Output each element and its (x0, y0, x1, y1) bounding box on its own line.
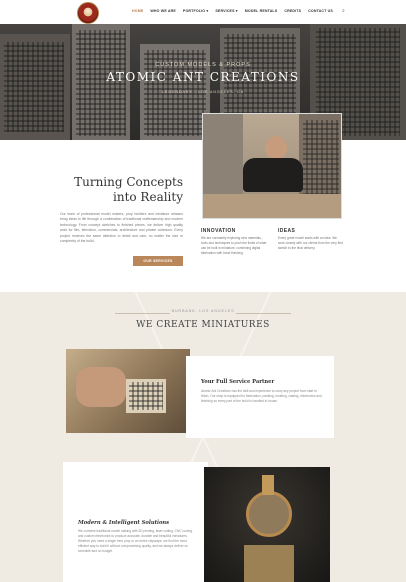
innovation-heading: INNOVATION (201, 228, 236, 234)
model-street (203, 194, 341, 218)
nav-item-contact-us[interactable]: CONTACT US (308, 9, 333, 13)
nav-item-model-rentals[interactable]: MODEL RENTALS (245, 9, 278, 13)
hands-building-photo (66, 349, 190, 433)
ideas-heading: IDEAS (278, 228, 296, 234)
search-icon[interactable]: ⌕ (342, 8, 345, 14)
clockwork-model-photo (204, 467, 330, 582)
building-windows (129, 382, 163, 410)
solutions-heading: Modern & Intelligent Solutions (78, 520, 170, 526)
site-header: ✺ HOME WHO WE ARE PORTFOLIO ▾ SERVICES ▾… (0, 0, 406, 24)
our-services-button[interactable]: OUR SERVICES (133, 256, 183, 266)
full-service-heading: Your Full Service Partner (201, 379, 275, 385)
gear (246, 491, 292, 537)
nav-item-services[interactable]: SERVICES ▾ (215, 9, 237, 13)
intro-title: Turning Concepts into Reality (60, 175, 183, 205)
person-body (243, 158, 303, 192)
divider (115, 313, 170, 314)
model-maker-photo (202, 113, 342, 219)
intro-title-line: Turning Concepts (74, 175, 183, 189)
intro-body: Our team of professional model makers, p… (60, 212, 183, 244)
main-nav: HOME WHO WE ARE PORTFOLIO ▾ SERVICES ▾ M… (132, 8, 345, 14)
intro-title-line: into Reality (113, 190, 183, 204)
nav-item-home[interactable]: HOME (132, 9, 143, 13)
model-piece (244, 545, 294, 582)
divider (236, 313, 291, 314)
ant-icon: ✺ (84, 7, 92, 16)
full-service-text: Atomic Ant Creations has the skill and e… (201, 389, 322, 403)
hero-subtitle: LEGENDARY · LOS ANGELES, CA (161, 90, 245, 94)
nav-item-portfolio[interactable]: PORTFOLIO ▾ (183, 9, 208, 13)
ideas-text: Every great model starts with an idea. W… (278, 236, 343, 250)
model-piece (262, 475, 274, 495)
nav-item-who-we-are[interactable]: WHO WE ARE (150, 9, 176, 13)
hero-eyebrow: CUSTOM MODELS & PROPS (155, 62, 251, 68)
person-head (265, 136, 287, 160)
miniatures-eyebrow: BURBANK, LOS ANGELES (171, 309, 235, 313)
solutions-text: We combine traditional model making with… (78, 529, 193, 553)
miniatures-section: BURBANK, LOS ANGELES WE CREATE MINIATURE… (0, 292, 406, 582)
hand (76, 367, 126, 407)
solutions-card: Modern & Intelligent Solutions We combin… (63, 462, 208, 582)
miniatures-title: WE CREATE MINIATURES (136, 320, 270, 330)
innovation-text: We are constantly exploring new material… (201, 236, 267, 255)
hero-title: ATOMIC ANT CREATIONS (106, 70, 300, 84)
full-service-card: Your Full Service Partner Atomic Ant Cre… (186, 356, 334, 438)
nav-item-credits[interactable]: CREDITS (284, 9, 301, 13)
